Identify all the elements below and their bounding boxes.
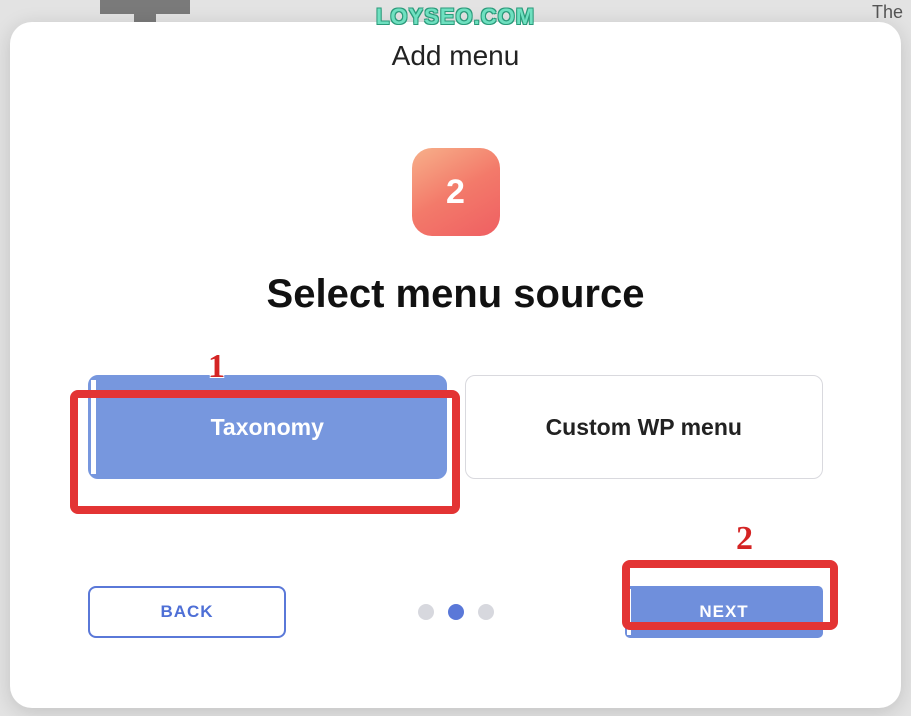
step-heading: Select menu source — [10, 272, 901, 317]
progress-dot-1 — [418, 604, 434, 620]
add-menu-modal: Add menu 2 Select menu source Taxonomy C… — [10, 22, 901, 708]
option-label: Custom WP menu — [546, 414, 742, 441]
progress-dot-3 — [478, 604, 494, 620]
background-decoration — [100, 0, 190, 14]
next-button[interactable]: NEXT — [625, 586, 823, 638]
background-partial-text: The — [872, 2, 903, 23]
modal-title: Add menu — [10, 40, 901, 72]
modal-footer: BACK NEXT — [88, 586, 823, 638]
option-taxonomy[interactable]: Taxonomy — [88, 375, 447, 479]
step-number: 2 — [446, 173, 465, 212]
option-label: Taxonomy — [211, 414, 324, 441]
back-button-label: BACK — [160, 602, 213, 622]
source-options: Taxonomy Custom WP menu — [88, 375, 823, 479]
progress-dot-2 — [448, 604, 464, 620]
option-custom-wp-menu[interactable]: Custom WP menu — [465, 375, 824, 479]
background-decoration — [134, 14, 156, 22]
next-button-label: NEXT — [699, 602, 748, 622]
progress-dots — [418, 604, 494, 620]
back-button[interactable]: BACK — [88, 586, 286, 638]
step-number-badge: 2 — [412, 148, 500, 236]
